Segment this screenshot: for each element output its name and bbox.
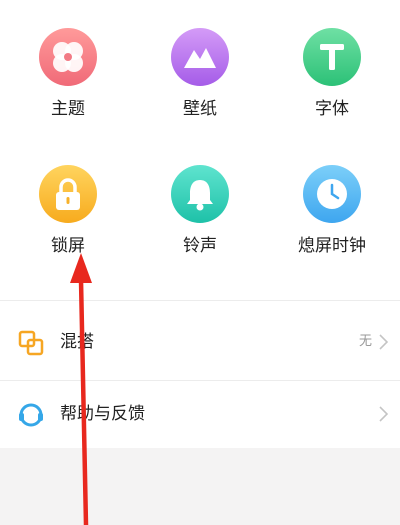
chevron-right-icon	[379, 334, 388, 350]
grid-label-font: 字体	[315, 99, 349, 119]
list-row-help-feedback[interactable]: 帮助与反馈	[0, 385, 400, 443]
mix-match-label: 混搭	[60, 332, 94, 352]
mix-match-value: 无	[358, 334, 372, 349]
grid-item-lockscreen[interactable]: 锁屏	[13, 165, 123, 256]
grid-item-theme[interactable]: 主题	[13, 28, 123, 119]
grid-label-ringtone: 铃声	[183, 236, 217, 256]
grid-label-aod-clock: 熄屏时钟	[298, 236, 366, 256]
mix-match-icon	[18, 330, 44, 356]
grid-item-ringtone[interactable]: 铃声	[145, 165, 255, 256]
grid-label-lockscreen: 锁屏	[51, 236, 85, 256]
bell-icon	[171, 165, 229, 223]
wallpaper-icon	[171, 28, 229, 86]
font-icon	[303, 28, 361, 86]
help-feedback-label: 帮助与反馈	[60, 404, 145, 424]
bottom-empty-area	[0, 448, 400, 525]
grid-item-font[interactable]: 字体	[277, 28, 387, 119]
list-row-mix-match[interactable]: 混搭 无	[0, 313, 400, 371]
help-feedback-icon	[19, 403, 43, 427]
lock-icon	[39, 165, 97, 223]
chevron-right-icon	[379, 406, 388, 422]
grid-label-theme: 主题	[51, 99, 85, 119]
section-divider	[0, 300, 400, 301]
grid-item-wallpaper[interactable]: 壁纸	[145, 28, 255, 119]
theme-icon	[39, 28, 97, 86]
grid-label-wallpaper: 壁纸	[183, 99, 217, 119]
clock-icon	[303, 165, 361, 223]
list-divider	[0, 380, 400, 381]
grid-item-aod-clock[interactable]: 熄屏时钟	[277, 165, 387, 256]
